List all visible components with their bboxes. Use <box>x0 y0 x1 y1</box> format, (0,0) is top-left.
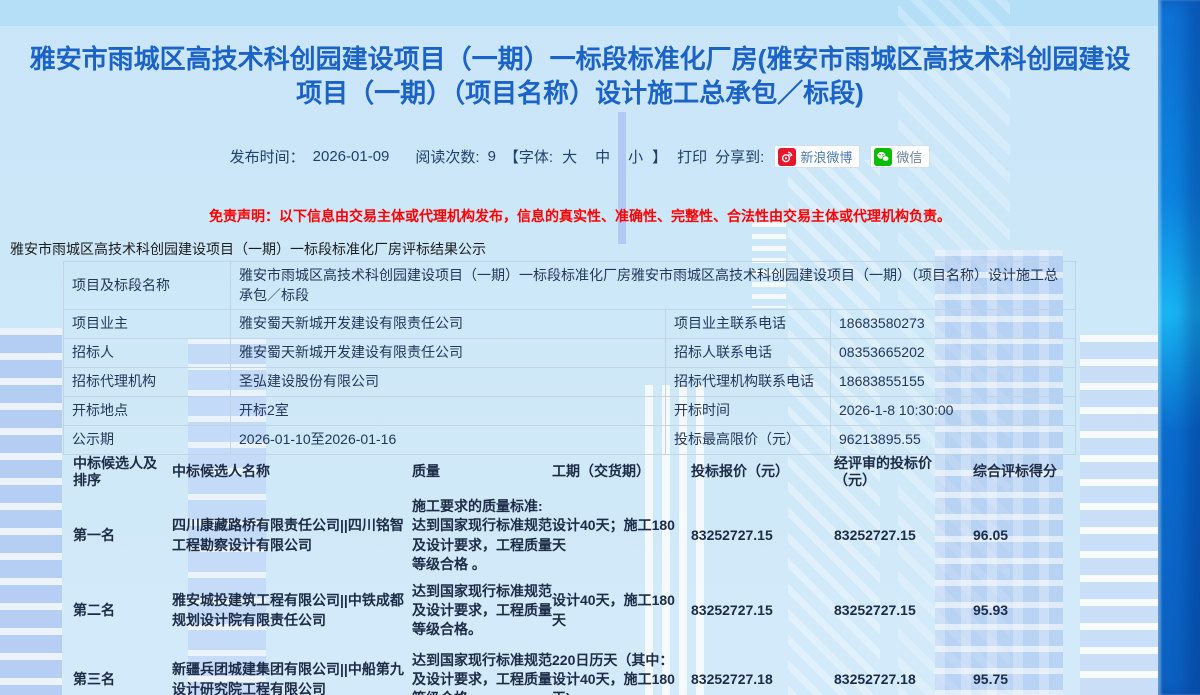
candidate-name: 雅安城投建筑工程有限公司||中铁成都规划设计院有限责任公司 <box>168 582 410 640</box>
share-label: 分享到: <box>715 146 764 167</box>
quality-cell: 达到国家现行标准规范及设计要求，工程质量等级合格 <box>410 640 552 695</box>
wechat-icon <box>874 148 892 166</box>
font-size-small-button[interactable]: 小 <box>628 146 643 167</box>
table-row: 第一名 四川康藏路桥有限责任公司||四川铭智工程勘察设计有限公司 施工要求的质量… <box>63 490 1075 582</box>
field-value: 雅安市雨城区高技术科创园建设项目（一期）一标段标准化厂房雅安市雨城区高技术科创园… <box>231 262 1076 310</box>
field-label: 招标人 <box>64 338 231 367</box>
project-info-table: 项目及标段名称 雅安市雨城区高技术科创园建设项目（一期）一标段标准化厂房雅安市雨… <box>63 261 1076 455</box>
bid-result-table: 中标候选人及排序 中标候选人名称 质量 工期（交货期） 投标报价（元） 经评审的… <box>63 455 1075 695</box>
candidate-name: 新疆兵团城建集团有限公司||中船第九设计研究院工程有限公司 <box>168 640 410 695</box>
field-label: 招标代理机构联系电话 <box>666 367 831 396</box>
share-weibo-label: 新浪微博 <box>800 147 852 166</box>
table-row: 第二名 雅安城投建筑工程有限公司||中铁成都规划设计院有限责任公司 达到国家现行… <box>63 582 1075 640</box>
meta-bar: 发布时间： 2026-01-09 阅读次数: 9 【字体: 大 中 小 】 打印… <box>0 145 1160 168</box>
field-label: 投标最高限价（元） <box>666 425 831 454</box>
score-cell: 95.93 <box>958 582 1075 640</box>
table-row: 招标人 雅安蜀天新城开发建设有限责任公司 招标人联系电话 08353665202 <box>64 338 1076 367</box>
font-size-bracket-open: 【字体: <box>504 146 553 167</box>
candidate-rank: 第三名 <box>63 640 168 695</box>
field-value: 18683580273 <box>831 309 1076 338</box>
disclaimer-text: 免责声明：以下信息由交易主体或代理机构发布，信息的真实性、准确性、完整性、合法性… <box>0 206 1160 226</box>
field-value: 雅安蜀天新城开发建设有限责任公司 <box>231 309 666 338</box>
field-value: 圣弘建设股份有限公司 <box>231 367 666 396</box>
column-header: 中标候选人及排序 <box>63 455 168 490</box>
field-label: 开标地点 <box>64 396 231 425</box>
field-label: 公示期 <box>64 425 231 454</box>
table-row: 开标地点 开标2室 开标时间 2026-1-8 10:30:00 <box>64 396 1076 425</box>
page-title: 雅安市雨城区高技术科创园建设项目（一期）一标段标准化厂房(雅安市雨城区高技术科创… <box>20 42 1140 111</box>
view-count-label: 阅读次数: <box>415 146 479 167</box>
font-size-large-button[interactable]: 大 <box>562 146 577 167</box>
field-value: 2026-1-8 10:30:00 <box>831 396 1076 425</box>
field-value: 18683855155 <box>831 367 1076 396</box>
weibo-icon <box>778 148 796 166</box>
table-row: 招标代理机构 圣弘建设股份有限公司 招标代理机构联系电话 18683855155 <box>64 367 1076 396</box>
print-button[interactable]: 打印 <box>677 146 707 167</box>
column-header: 经评审的投标价（元） <box>828 455 958 490</box>
field-value: 雅安蜀天新城开发建设有限责任公司 <box>231 338 666 367</box>
evaluated-price-cell: 83252727.15 <box>828 490 958 582</box>
score-cell: 96.05 <box>958 490 1075 582</box>
share-wechat-button[interactable]: 微信 <box>870 145 930 168</box>
field-label: 招标人联系电话 <box>666 338 831 367</box>
share-weibo-button[interactable]: 新浪微博 <box>774 145 860 168</box>
evaluated-price-cell: 83252727.15 <box>828 582 958 640</box>
table-row: 公示期 2026-01-10至2026-01-16 投标最高限价（元） 9621… <box>64 425 1076 454</box>
table-row: 项目业主 雅安蜀天新城开发建设有限责任公司 项目业主联系电话 186835802… <box>64 309 1076 338</box>
column-header: 投标报价（元） <box>676 455 828 490</box>
duration-cell: 设计40天；施工180天 <box>552 490 676 582</box>
field-value: 2026-01-10至2026-01-16 <box>231 425 666 454</box>
bid-price-cell: 83252727.15 <box>676 490 828 582</box>
column-header: 中标候选人名称 <box>168 455 410 490</box>
score-cell: 95.75 <box>958 640 1075 695</box>
publish-time-value: 2026-01-09 <box>313 148 390 165</box>
table-row: 项目及标段名称 雅安市雨城区高技术科创园建设项目（一期）一标段标准化厂房雅安市雨… <box>64 262 1076 310</box>
column-header: 综合评标得分 <box>958 455 1075 490</box>
page: 雅安市雨城区高技术科创园建设项目（一期）一标段标准化厂房(雅安市雨城区高技术科创… <box>0 0 1200 695</box>
tables-area: 项目及标段名称 雅安市雨城区高技术科创园建设项目（一期）一标段标准化厂房雅安市雨… <box>63 261 1075 695</box>
table-row: 第三名 新疆兵团城建集团有限公司||中船第九设计研究院工程有限公司 达到国家现行… <box>63 640 1075 695</box>
candidate-name: 四川康藏路桥有限责任公司||四川铭智工程勘察设计有限公司 <box>168 490 410 582</box>
field-label: 项目业主 <box>64 309 231 338</box>
section-title: 雅安市雨城区高技术科创园建设项目（一期）一标段标准化厂房评标结果公示 <box>10 239 486 259</box>
font-size-medium-button[interactable]: 中 <box>595 146 610 167</box>
result-table-header-row: 中标候选人及排序 中标候选人名称 质量 工期（交货期） 投标报价（元） 经评审的… <box>63 455 1075 490</box>
duration-cell: 设计40天，施工180天 <box>552 582 676 640</box>
publish-time-label: 发布时间： <box>230 146 305 167</box>
field-label: 招标代理机构 <box>64 367 231 396</box>
bid-price-cell: 83252727.15 <box>676 582 828 640</box>
field-label: 开标时间 <box>666 396 831 425</box>
field-label: 项目及标段名称 <box>64 262 231 310</box>
column-header: 工期（交货期） <box>552 455 676 490</box>
duration-cell: 220日历天（其中：设计40天，施工180天) <box>552 640 676 695</box>
field-label: 项目业主联系电话 <box>666 309 831 338</box>
quality-cell: 施工要求的质量标准:达到国家现行标准规范及设计要求，工程质量等级合格 。 <box>410 490 552 582</box>
candidate-rank: 第二名 <box>63 582 168 640</box>
share-wechat-label: 微信 <box>896 147 922 166</box>
evaluated-price-cell: 83252727.18 <box>828 640 958 695</box>
bid-price-cell: 83252727.18 <box>676 640 828 695</box>
candidate-rank: 第一名 <box>63 490 168 582</box>
field-value: 开标2室 <box>231 396 666 425</box>
field-value: 96213895.55 <box>831 425 1076 454</box>
column-header: 质量 <box>410 455 552 490</box>
field-value: 08353665202 <box>831 338 1076 367</box>
view-count-value: 9 <box>488 148 496 165</box>
font-size-bracket-close: 】 <box>652 146 667 167</box>
quality-cell: 达到国家现行标准规范及设计要求，工程质量等级合格。 <box>410 582 552 640</box>
